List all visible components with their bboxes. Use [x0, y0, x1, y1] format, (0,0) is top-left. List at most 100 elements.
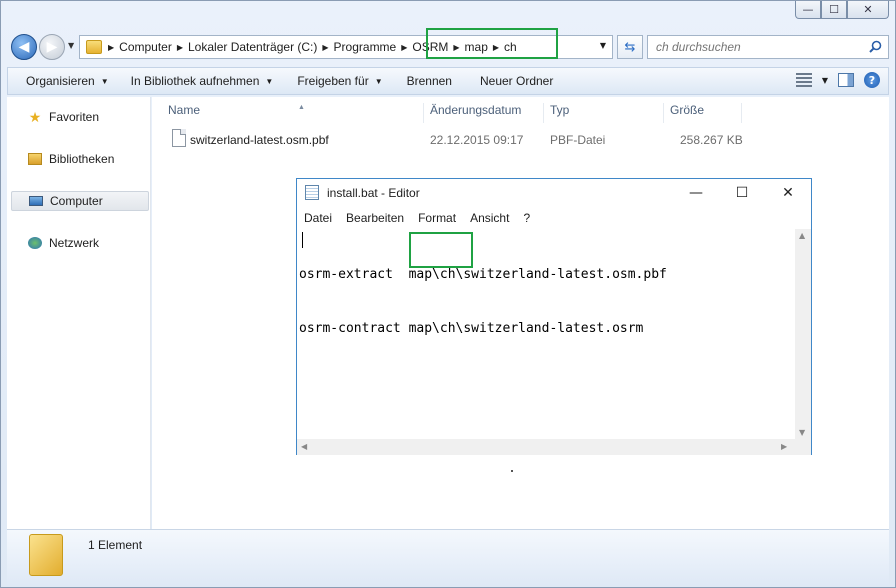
organize-button[interactable]: Organisieren ▼ — [8, 74, 118, 88]
menu-help[interactable]: ? — [516, 210, 537, 228]
sidebar-item-label: Favoriten — [49, 110, 100, 124]
sort-ascending-icon: ▲ — [298, 104, 305, 111]
file-size: 258.267 KB — [680, 133, 743, 147]
folder-icon — [29, 534, 63, 576]
notepad-close-button[interactable]: ✕ — [765, 179, 811, 207]
notepad-maximize-button[interactable]: ☐ — [719, 179, 765, 207]
help-icon[interactable]: ? — [864, 72, 880, 88]
window-controls: — ☐ ✕ — [795, 1, 889, 19]
column-header-name[interactable]: Name ▲ — [162, 103, 424, 123]
text-cursor — [302, 232, 303, 248]
notepad-window: install.bat - Editor — ☐ ✕ Datei Bearbei… — [296, 178, 812, 455]
arrow-right-icon: ▶ — [46, 39, 58, 55]
breadcrumb-osrm[interactable]: OSRM — [412, 40, 448, 54]
back-button[interactable]: ◀ — [11, 34, 37, 60]
sidebar-item-label: Bibliotheken — [49, 152, 115, 166]
breadcrumb-ch[interactable]: ch — [504, 40, 517, 54]
view-options-icon[interactable] — [795, 73, 812, 87]
notepad-icon — [305, 185, 319, 200]
notepad-title: install.bat - Editor — [327, 185, 420, 200]
chevron-right-icon[interactable]: ▶ — [493, 43, 499, 52]
breadcrumb-computer[interactable]: Computer — [119, 40, 172, 54]
chevron-down-icon: ▼ — [100, 76, 109, 86]
sidebar-item-favoriten[interactable]: ★ Favoriten — [11, 107, 149, 127]
file-modified: 22.12.2015 09:17 — [430, 133, 524, 147]
breadcrumb-map[interactable]: map — [465, 40, 488, 54]
chevron-down-icon: ▼ — [265, 76, 274, 86]
navigation-bar: ◀ ▶ ▼ ▶ Computer ▶ Lokaler Datenträger (… — [9, 33, 889, 61]
file-type: PBF-Datei — [550, 133, 606, 147]
column-header-size[interactable]: Größe — [664, 103, 742, 123]
breadcrumb-drive[interactable]: Lokaler Datenträger (C:) — [188, 40, 317, 54]
forward-button[interactable]: ▶ — [39, 34, 65, 60]
refresh-button[interactable]: ⇆ — [617, 35, 643, 59]
notepad-text-area[interactable]: osrm-extract map\ch\switzerland-latest.o… — [299, 229, 795, 439]
resize-grip[interactable] — [795, 439, 811, 455]
menu-datei[interactable]: Datei — [297, 210, 339, 228]
refresh-icon: ⇆ — [624, 39, 636, 55]
menu-ansicht[interactable]: Ansicht — [463, 210, 516, 228]
file-icon — [172, 129, 186, 147]
text-line: osrm-extract map\ch\switzerland-latest.o… — [299, 267, 667, 282]
chevron-right-icon[interactable]: ▶ — [453, 43, 459, 52]
scroll-right-icon[interactable]: ▶ — [781, 442, 787, 451]
recent-pages-dropdown[interactable]: ▼ — [68, 41, 74, 50]
sidebar-item-computer[interactable]: Computer — [11, 191, 149, 211]
vertical-scrollbar[interactable]: ▲ ▼ — [795, 229, 811, 439]
chevron-down-icon[interactable]: ▼ — [822, 76, 828, 85]
new-folder-button[interactable]: Neuer Ordner — [471, 74, 562, 88]
arrow-left-icon: ◀ — [18, 39, 30, 55]
search-input[interactable] — [656, 40, 856, 54]
share-button[interactable]: Freigeben für ▼ — [288, 74, 391, 88]
menu-bearbeiten[interactable]: Bearbeiten — [339, 210, 411, 228]
file-name: switzerland-latest.osm.pbf — [190, 133, 329, 147]
scroll-left-icon[interactable]: ◀ — [301, 442, 307, 451]
minimize-button[interactable]: — — [795, 1, 821, 19]
chevron-down-icon[interactable]: ▼ — [600, 41, 606, 50]
cursor-dot — [511, 470, 513, 472]
include-library-label: In Bibliothek aufnehmen — [130, 74, 260, 88]
notepad-window-controls: — ☐ ✕ — [673, 179, 811, 207]
breadcrumb-programme[interactable]: Programme — [334, 40, 397, 54]
notepad-menu-bar: Datei Bearbeiten Format Ansicht ? — [297, 210, 537, 228]
command-bar: Organisieren ▼ In Bibliothek aufnehmen ▼ F… — [7, 67, 889, 95]
search-icon[interactable] — [869, 40, 882, 53]
column-header-modified[interactable]: Änderungsdatum — [424, 103, 544, 123]
computer-icon — [28, 193, 44, 209]
column-label: Name — [168, 103, 201, 117]
share-label: Freigeben für — [297, 74, 369, 88]
organize-label: Organisieren — [26, 74, 95, 88]
chevron-right-icon[interactable]: ▶ — [322, 43, 328, 52]
menu-format[interactable]: Format — [411, 210, 463, 228]
close-button[interactable]: ✕ — [847, 1, 889, 19]
scroll-down-icon[interactable]: ▼ — [799, 428, 805, 437]
include-library-button[interactable]: In Bibliothek aufnehmen ▼ — [122, 74, 283, 88]
library-icon — [27, 151, 43, 167]
preview-pane-icon[interactable] — [838, 73, 854, 87]
folder-icon — [86, 40, 102, 54]
sidebar-item-label: Computer — [50, 194, 103, 208]
chevron-right-icon[interactable]: ▶ — [401, 43, 407, 52]
network-icon — [27, 235, 43, 251]
view-controls: ▼ ? — [795, 72, 880, 88]
details-pane: 1 Element — [7, 529, 889, 585]
maximize-button[interactable]: ☐ — [821, 1, 847, 19]
star-icon: ★ — [28, 108, 42, 125]
navigation-pane: ★ Favoriten Bibliotheken Computer Netzwe… — [7, 97, 151, 529]
text-line: osrm-contract map\ch\switzerland-latest.… — [299, 321, 644, 336]
scroll-up-icon[interactable]: ▲ — [799, 231, 805, 240]
horizontal-scrollbar[interactable]: ◀ ▶ — [297, 439, 795, 455]
search-box[interactable] — [647, 35, 889, 59]
address-bar[interactable]: ▶ Computer ▶ Lokaler Datenträger (C:) ▶ … — [79, 35, 613, 59]
sidebar-item-bibliotheken[interactable]: Bibliotheken — [11, 149, 149, 169]
burn-button[interactable]: Brennen — [398, 74, 461, 88]
status-item-count: 1 Element — [88, 538, 143, 552]
notepad-title-bar: install.bat - Editor — [305, 185, 420, 200]
sidebar-item-label: Netzwerk — [49, 236, 100, 250]
chevron-down-icon: ▼ — [374, 76, 383, 86]
chevron-right-icon[interactable]: ▶ — [177, 43, 183, 52]
chevron-right-icon[interactable]: ▶ — [108, 43, 114, 52]
sidebar-item-netzwerk[interactable]: Netzwerk — [11, 233, 149, 253]
column-header-type[interactable]: Typ — [544, 103, 664, 123]
notepad-minimize-button[interactable]: — — [673, 179, 719, 207]
